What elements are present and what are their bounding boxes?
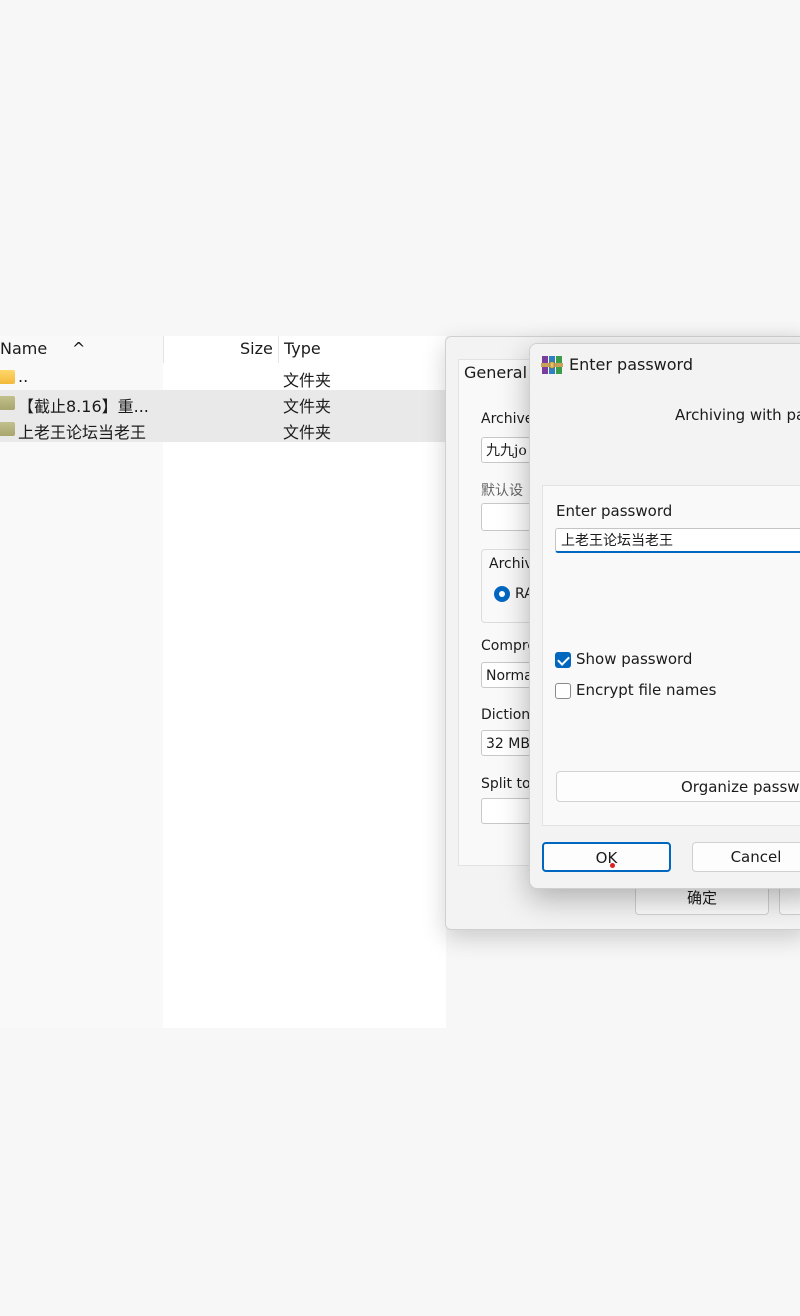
column-divider[interactable]: [278, 336, 279, 363]
list-item[interactable]: 上老王论坛当老王 文件夹: [0, 416, 446, 442]
archive-name-label: Archive: [481, 411, 534, 427]
winrar-icon: [541, 356, 563, 374]
organize-passwords-button[interactable]: Organize passwor: [556, 771, 800, 802]
dialog-subtitle: Archiving with pas: [675, 406, 800, 424]
item-type: 文件夹: [283, 371, 332, 390]
file-list-pane: Name ^ Size Type .. 文件夹 【截止8.16】重... 文件夹…: [0, 336, 446, 1028]
item-name: 上老王论坛当老王: [18, 423, 147, 442]
enter-password-label: Enter password: [556, 502, 673, 520]
cursor-marker-icon: [610, 863, 615, 868]
enter-password-dialog: Enter password Archiving with pas Enter …: [529, 343, 800, 889]
sort-ascending-icon: ^: [72, 339, 86, 358]
archive-format-label: Archiv: [489, 556, 533, 572]
dialog-title: Enter password: [569, 355, 693, 374]
item-name: ..: [18, 367, 29, 386]
column-divider[interactable]: [163, 336, 164, 363]
column-header-row: Name ^ Size Type: [0, 336, 446, 363]
show-password-checkbox[interactable]: [555, 652, 571, 668]
rar-radio[interactable]: [494, 586, 510, 602]
encrypt-file-names-checkbox[interactable]: [555, 683, 571, 699]
column-header-type[interactable]: Type: [284, 339, 321, 358]
item-name: 【截止8.16】重...: [18, 397, 149, 416]
folder-icon: [0, 396, 15, 410]
list-item[interactable]: 【截止8.16】重... 文件夹: [0, 390, 446, 416]
encrypt-file-names-label: Encrypt file names: [576, 681, 717, 699]
column-header-name[interactable]: Name: [0, 339, 47, 358]
ok-button[interactable]: OK: [542, 842, 671, 872]
column-header-size[interactable]: Size: [240, 339, 273, 358]
profile-label: 默认设: [481, 483, 523, 499]
tab-general[interactable]: General: [464, 363, 527, 382]
item-type: 文件夹: [283, 397, 332, 416]
folder-icon: [0, 370, 15, 384]
list-item[interactable]: .. 文件夹: [0, 364, 446, 390]
show-password-label: Show password: [576, 650, 693, 668]
password-input[interactable]: [555, 528, 800, 553]
cancel-button[interactable]: Cancel: [692, 842, 800, 872]
split-label: Split to: [481, 776, 531, 792]
folder-icon: [0, 422, 15, 436]
compression-label: Compre: [481, 638, 536, 654]
dialog-titlebar[interactable]: Enter password: [530, 344, 800, 386]
item-type: 文件夹: [283, 423, 332, 442]
